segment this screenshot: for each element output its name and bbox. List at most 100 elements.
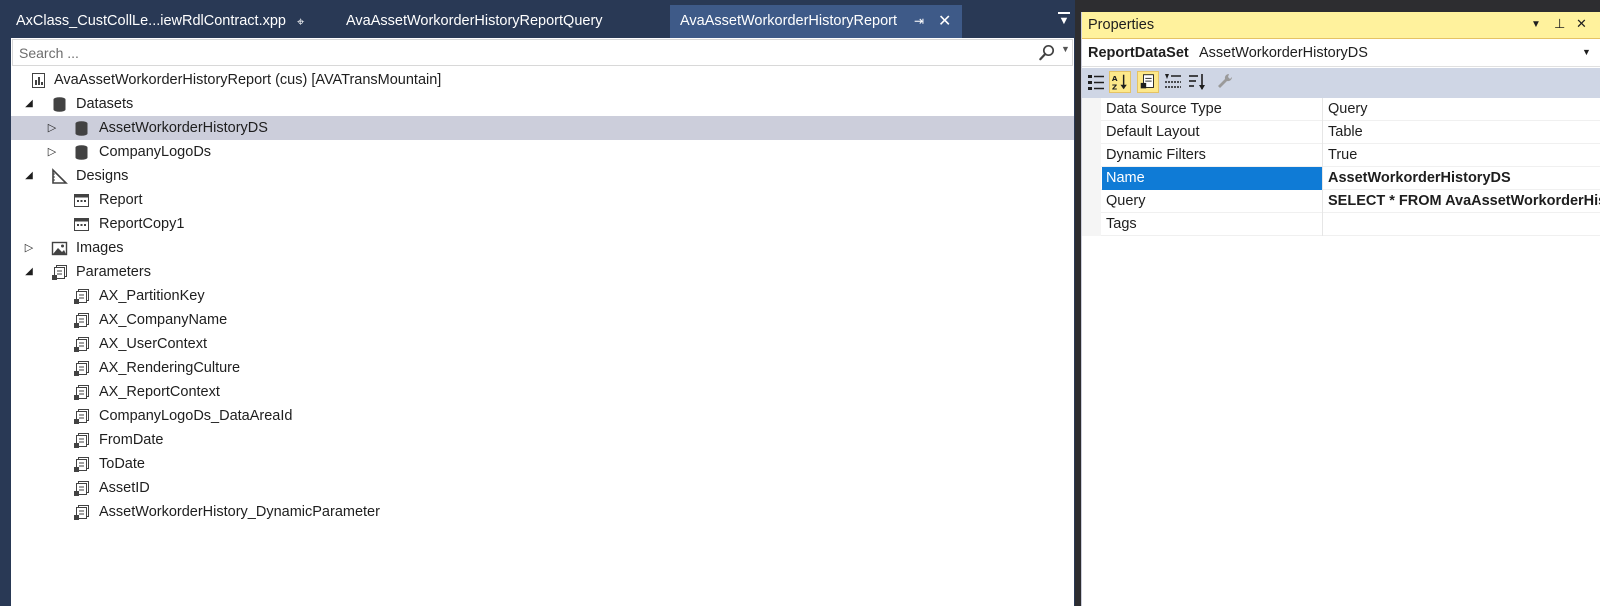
tree-node-parameter[interactable]: FromDate: [11, 428, 1074, 452]
collapse-icon[interactable]: ◢: [23, 260, 35, 284]
property-value[interactable]: AssetWorkorderHistoryDS: [1324, 167, 1600, 190]
pin-icon[interactable]: ⊥: [1554, 16, 1565, 32]
sort-alphabetical-icon[interactable]: A Z: [1109, 71, 1131, 93]
object-selector[interactable]: ReportDataSet AssetWorkorderHistoryDS ▼: [1082, 40, 1600, 67]
property-row[interactable]: Data Source Type Query: [1082, 98, 1600, 121]
report-design-icon: [74, 218, 89, 231]
close-icon[interactable]: ✕: [1576, 16, 1587, 32]
properties-page-icon[interactable]: [1137, 71, 1159, 93]
tree-node-parameter[interactable]: AX_ReportContext: [11, 380, 1074, 404]
close-icon[interactable]: ✕: [938, 5, 951, 38]
property-name[interactable]: Tags: [1102, 213, 1323, 236]
tree-root[interactable]: AvaAssetWorkorderHistoryReport (cus) [AV…: [11, 68, 1074, 92]
pin-icon[interactable]: ⇥: [914, 5, 924, 38]
tree-node-datasets[interactable]: ◢ Datasets: [11, 92, 1074, 116]
property-name[interactable]: Query: [1102, 190, 1323, 213]
parameter-icon: [74, 361, 89, 376]
collapse-icon[interactable]: ◢: [23, 92, 35, 116]
chevron-down-icon[interactable]: ▼: [1582, 47, 1591, 57]
window-position-dropdown-icon[interactable]: ▼: [1531, 19, 1541, 30]
tab-label: AxClass_CustCollLe...iewRdlContract.xpp: [16, 13, 286, 29]
property-row-gutter: [1082, 144, 1101, 167]
events-list-icon[interactable]: [1162, 71, 1184, 93]
property-value[interactable]: True: [1324, 144, 1600, 167]
tree-node-label: AX_RenderingCulture: [99, 360, 241, 376]
tree-node-label: AX_UserContext: [99, 336, 207, 352]
tree-node-dataset-companylogods[interactable]: ▷ CompanyLogoDs: [11, 140, 1074, 164]
design-ruler-icon: [52, 168, 68, 184]
properties-title: Properties: [1088, 17, 1155, 33]
properties-window: Properties ▼ ⊥ ✕ ReportDataSet AssetWork…: [1081, 12, 1600, 606]
tree-node-parameter[interactable]: AX_PartitionKey: [11, 284, 1074, 308]
parameter-icon: [74, 409, 89, 424]
property-name[interactable]: Default Layout: [1102, 121, 1323, 144]
tree-node-images[interactable]: ▷ Images: [11, 236, 1074, 260]
tree-node-parameter[interactable]: AssetID: [11, 476, 1074, 500]
image-icon: [51, 241, 68, 256]
tree-node-label: ReportCopy1: [99, 216, 185, 232]
tree-node-label: Datasets: [76, 96, 134, 112]
report-design-icon: [74, 194, 89, 207]
report-icon: [32, 73, 45, 88]
property-row[interactable]: Default Layout Table: [1082, 121, 1600, 144]
svg-text:Z: Z: [1112, 82, 1117, 91]
tree-node-designs[interactable]: ◢ Designs: [11, 164, 1074, 188]
tab-custcoll-contract[interactable]: AxClass_CustCollLe...iewRdlContract.xpp …: [10, 5, 330, 38]
property-row[interactable]: Dynamic Filters True: [1082, 144, 1600, 167]
database-icon: [53, 97, 66, 112]
property-row[interactable]: QuerySELECT * FROM AvaAssetWorkorderHist…: [1082, 190, 1600, 213]
search-options-chevron-icon[interactable]: ▼: [1061, 44, 1070, 54]
tree-node-parameter[interactable]: ToDate: [11, 452, 1074, 476]
tree-node-parameter[interactable]: AssetWorkorderHistory_DynamicParameter: [11, 500, 1074, 524]
property-row[interactable]: Name AssetWorkorderHistoryDS: [1082, 167, 1600, 190]
tab-report-active[interactable]: AvaAssetWorkorderHistoryReport ⇥ ✕: [670, 5, 962, 38]
parameter-icon: [74, 337, 89, 352]
property-value[interactable]: [1324, 213, 1600, 236]
tree-node-parameters[interactable]: ◢ Parameters: [11, 260, 1074, 284]
tree-node-design-reportcopy1[interactable]: ReportCopy1: [11, 212, 1074, 236]
tree-node-parameter[interactable]: CompanyLogoDs_DataAreaId: [11, 404, 1074, 428]
categorized-icon[interactable]: [1085, 71, 1107, 93]
tree-node-label: Images: [76, 240, 124, 256]
expand-icon[interactable]: ▷: [46, 140, 58, 164]
tab-report-query[interactable]: AvaAssetWorkorderHistoryReportQuery: [340, 5, 670, 38]
parameter-icon: [74, 457, 89, 472]
tab-label: AvaAssetWorkorderHistoryReport: [680, 13, 898, 29]
tab-overflow-icon[interactable]: ▼: [1056, 10, 1072, 28]
pin-icon[interactable]: ⌖: [297, 5, 304, 38]
sort-descending-icon[interactable]: [1186, 71, 1208, 93]
property-value[interactable]: Table: [1324, 121, 1600, 144]
tree-node-label: CompanyLogoDs_DataAreaId: [99, 408, 293, 424]
expand-icon[interactable]: ▷: [46, 116, 58, 140]
tree-node-label: AX_CompanyName: [99, 312, 228, 328]
collapse-icon[interactable]: ◢: [23, 164, 35, 188]
property-name[interactable]: Dynamic Filters: [1102, 144, 1323, 167]
tree-node-parameter[interactable]: AX_UserContext: [11, 332, 1074, 356]
parameter-icon: [74, 313, 89, 328]
property-row-gutter: [1082, 213, 1101, 236]
tree-node-label: Designs: [76, 168, 129, 184]
property-name[interactable]: Name: [1102, 167, 1323, 190]
property-value[interactable]: SELECT * FROM AvaAssetWorkorderHistoryRe…: [1324, 190, 1600, 213]
tree-node-label: FromDate: [99, 432, 164, 448]
property-name[interactable]: Data Source Type: [1102, 98, 1323, 121]
tree-node-label: Parameters: [76, 264, 151, 280]
search-input[interactable]: [19, 43, 999, 63]
tree-node-parameter[interactable]: AX_RenderingCulture: [11, 356, 1074, 380]
tree-node-label: Report: [99, 192, 143, 208]
parameters-icon: [52, 265, 67, 280]
tree-node-design-report[interactable]: Report: [11, 188, 1074, 212]
property-value[interactable]: Query: [1324, 98, 1600, 121]
expand-icon[interactable]: ▷: [23, 236, 35, 260]
editor-pane: AxClass_CustCollLe...iewRdlContract.xpp …: [0, 0, 1075, 606]
tree-root-label: AvaAssetWorkorderHistoryReport (cus) [AV…: [54, 72, 442, 88]
tree-node-parameter[interactable]: AX_CompanyName: [11, 308, 1074, 332]
parameter-icon: [74, 289, 89, 304]
tree-node-label: AssetWorkorderHistory_DynamicParameter: [99, 504, 380, 520]
tree-node-label: AssetID: [99, 480, 150, 496]
search-icon[interactable]: [1038, 44, 1056, 62]
tree-node-dataset-assetworkorderhistoryds[interactable]: ▷ AssetWorkorderHistoryDS: [11, 116, 1074, 140]
tree-node-label: AX_PartitionKey: [99, 288, 205, 304]
property-row[interactable]: Tags: [1082, 213, 1600, 236]
search-bar: ▼: [12, 39, 1073, 66]
